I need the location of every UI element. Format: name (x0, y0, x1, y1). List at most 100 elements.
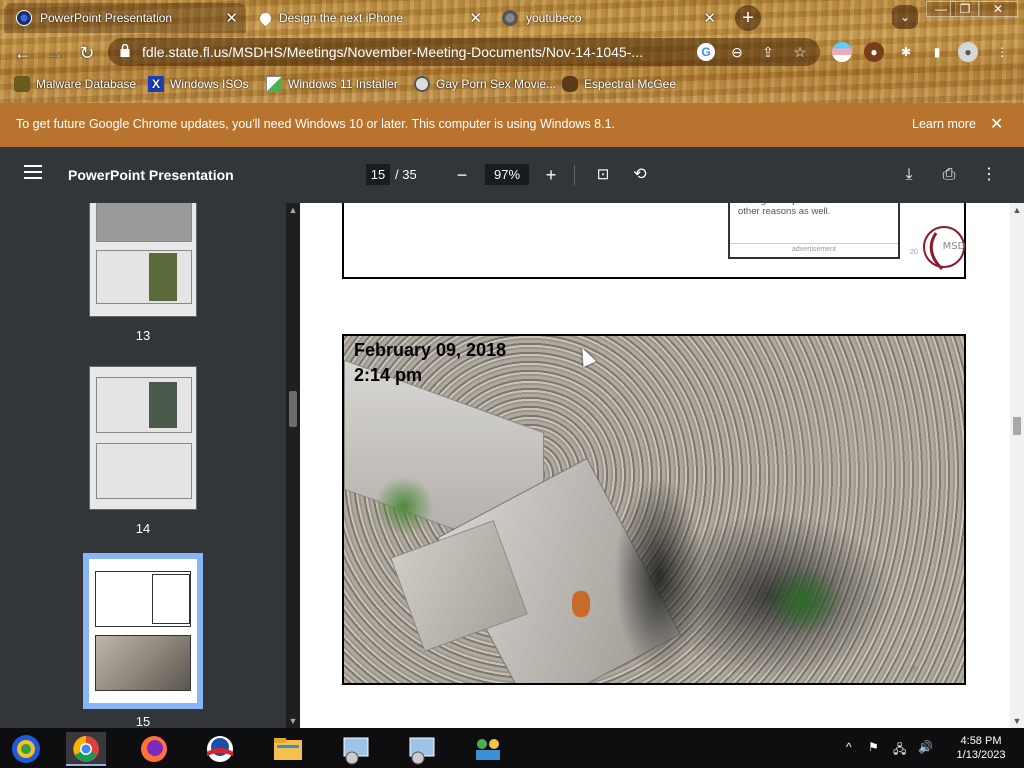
bookmark-movie[interactable]: Gay Porn Sex Movie... (414, 74, 556, 94)
close-window-button[interactable]: ✕ (978, 1, 1018, 17)
hamburger-menu-icon[interactable] (24, 165, 42, 179)
new-tab-button[interactable]: + (735, 5, 761, 31)
learn-more-link[interactable]: Learn more (912, 117, 976, 131)
slide-note-text: feelings of rejection. There are other r… (738, 203, 866, 217)
toolbar-divider (574, 165, 575, 185)
sidebar-scrollbar[interactable]: ▲ ▼ (286, 203, 300, 728)
network-people-taskbar-icon[interactable] (468, 732, 508, 766)
address-bar[interactable]: fdle.state.fl.us/MSDHS/Meetings/November… (108, 38, 820, 66)
scroll-down-arrow-icon[interactable]: ▼ (286, 714, 300, 728)
lizard-shape (614, 476, 704, 676)
thumbnail-page-15[interactable] (89, 559, 197, 703)
advertisement-label: advertisement (730, 243, 898, 255)
bookmark-malware-database[interactable]: Malware Database (14, 74, 136, 94)
windows-taskbar: ^ ⚑ 🖧 🔊 4:58 PM 1/13/2023 (0, 728, 1024, 768)
taskbar-clock[interactable]: 4:58 PM 1/13/2023 (946, 734, 1016, 762)
app-window-taskbar-icon-2[interactable] (402, 732, 442, 766)
slide-photo: February 09, 2018 2:14 pm 20 (342, 334, 966, 685)
start-button[interactable] (6, 732, 46, 766)
update-infobar: To get future Google Chrome updates, you… (0, 103, 1024, 147)
zoom-out-button[interactable]: − (451, 164, 473, 186)
tab-title: Design the next iPhone (279, 11, 404, 25)
app-window-taskbar-icon[interactable] (336, 732, 376, 766)
extension-avatar-icon[interactable]: ● (864, 42, 884, 62)
bookmark-label: Windows ISOs (170, 77, 249, 91)
bookmark-star-icon[interactable]: ☆ (791, 43, 809, 61)
scrollbar-thumb[interactable] (1013, 417, 1021, 435)
thumbnail-photo (95, 635, 191, 691)
firefox-taskbar-icon[interactable] (134, 732, 174, 766)
thumbnail-image (96, 203, 192, 242)
fit-page-icon[interactable]: ⊡ (592, 164, 614, 186)
orange-leaf-shape (572, 591, 590, 617)
download-icon[interactable]: ⤓ (898, 164, 920, 186)
bookmark-label: Espectral McGee (584, 77, 677, 91)
scroll-up-arrow-icon[interactable]: ▲ (286, 203, 300, 217)
forward-button[interactable]: → (42, 40, 68, 66)
bookmark-windows-isos[interactable]: X Windows ISOs (148, 74, 249, 94)
msd-logo-icon: MSD (923, 226, 966, 271)
photo-time: 2:14 pm (354, 365, 423, 385)
chrome-menu-icon[interactable]: ⋮ (992, 42, 1012, 62)
extensions-puzzle-icon[interactable]: ✱ (896, 42, 916, 62)
tab-title: PowerPoint Presentation (40, 11, 173, 25)
msd-logo-text: MSD (943, 241, 966, 252)
profile-icon[interactable]: ● (958, 42, 978, 62)
lock-icon (120, 44, 130, 57)
url-text[interactable]: fdle.state.fl.us/MSDHS/Meetings/November… (142, 44, 712, 60)
slide-number: 20 (910, 666, 918, 673)
page-number-input[interactable]: 15 (366, 164, 390, 185)
plant-shape (374, 476, 434, 536)
extension-flag-icon[interactable] (832, 42, 852, 62)
thumbnail-photo (149, 253, 177, 301)
viewer-scrollbar[interactable]: ▲ ▼ (1010, 203, 1024, 728)
share-icon[interactable]: ⇪ (759, 43, 777, 61)
bookmark-espectral-mcgee[interactable]: Espectral McGee (562, 74, 676, 94)
profile-icon (562, 76, 578, 92)
infobar-message: To get future Google Chrome updates, you… (16, 117, 615, 131)
bookmark-label: Windows 11 Installer (288, 77, 398, 91)
infobar-close-icon[interactable]: ✕ (990, 114, 1003, 134)
thumbnail-page-13[interactable] (89, 203, 197, 317)
print-icon[interactable]: ⎙ (938, 164, 960, 186)
network-icon[interactable]: 🖧 (893, 740, 906, 761)
google-icon[interactable]: G (697, 43, 715, 61)
thumbnail-page-14[interactable] (89, 366, 197, 510)
tab-powerpoint[interactable]: PowerPoint Presentation ✕ (4, 3, 246, 33)
scroll-down-arrow-icon[interactable]: ▼ (1010, 714, 1024, 728)
volume-icon[interactable]: 🔊 (918, 740, 933, 754)
tab-design-iphone[interactable]: Design the next iPhone ✕ (248, 3, 490, 33)
tab-search-button[interactable]: ⌄ (892, 5, 918, 29)
tab-close-icon[interactable]: ✕ (703, 9, 716, 27)
zoom-in-button[interactable]: + (540, 164, 562, 186)
chrome-taskbar-icon[interactable] (66, 732, 106, 766)
more-options-icon[interactable]: ⋮ (978, 164, 1000, 186)
flag-icon[interactable]: ⚑ (868, 740, 879, 754)
installer-icon (266, 76, 282, 92)
photo-date: February 09, 2018 (354, 340, 507, 360)
tab-youtubeco[interactable]: youtubeco ✕ (490, 3, 724, 33)
scrollbar-thumb[interactable] (289, 391, 297, 427)
side-panel-icon[interactable]: ▮ (927, 42, 947, 62)
zoom-icon[interactable]: ⊖ (728, 43, 746, 61)
restore-button[interactable]: ❐ (950, 1, 980, 17)
tab-close-icon[interactable]: ✕ (469, 9, 482, 27)
previous-slide: feelings of rejection. There are other r… (342, 203, 966, 279)
zoom-level-input[interactable]: 97% (485, 164, 529, 185)
thumbnail-slide (96, 377, 192, 433)
reload-button[interactable]: ↻ (74, 40, 100, 66)
rotate-icon[interactable]: ⟲ (629, 164, 651, 186)
pdf-title: PowerPoint Presentation (68, 167, 234, 183)
scroll-up-arrow-icon[interactable]: ▲ (1010, 203, 1024, 217)
pdf-toolbar: PowerPoint Presentation 15 / 35 − 97% + … (0, 147, 1024, 203)
thumbnail-sidebar: 13 14 15 (0, 203, 286, 728)
movie-icon (414, 76, 430, 92)
globe-favicon-icon (502, 10, 518, 26)
obama-logo-taskbar-icon[interactable] (200, 732, 240, 766)
bookmark-windows-11-installer[interactable]: Windows 11 Installer (266, 74, 398, 94)
back-button[interactable]: ← (10, 40, 36, 66)
file-explorer-taskbar-icon[interactable] (268, 732, 308, 766)
tab-close-icon[interactable]: ✕ (225, 9, 238, 27)
tray-chevron-icon[interactable]: ^ (846, 740, 852, 754)
plant-shape (764, 566, 844, 636)
